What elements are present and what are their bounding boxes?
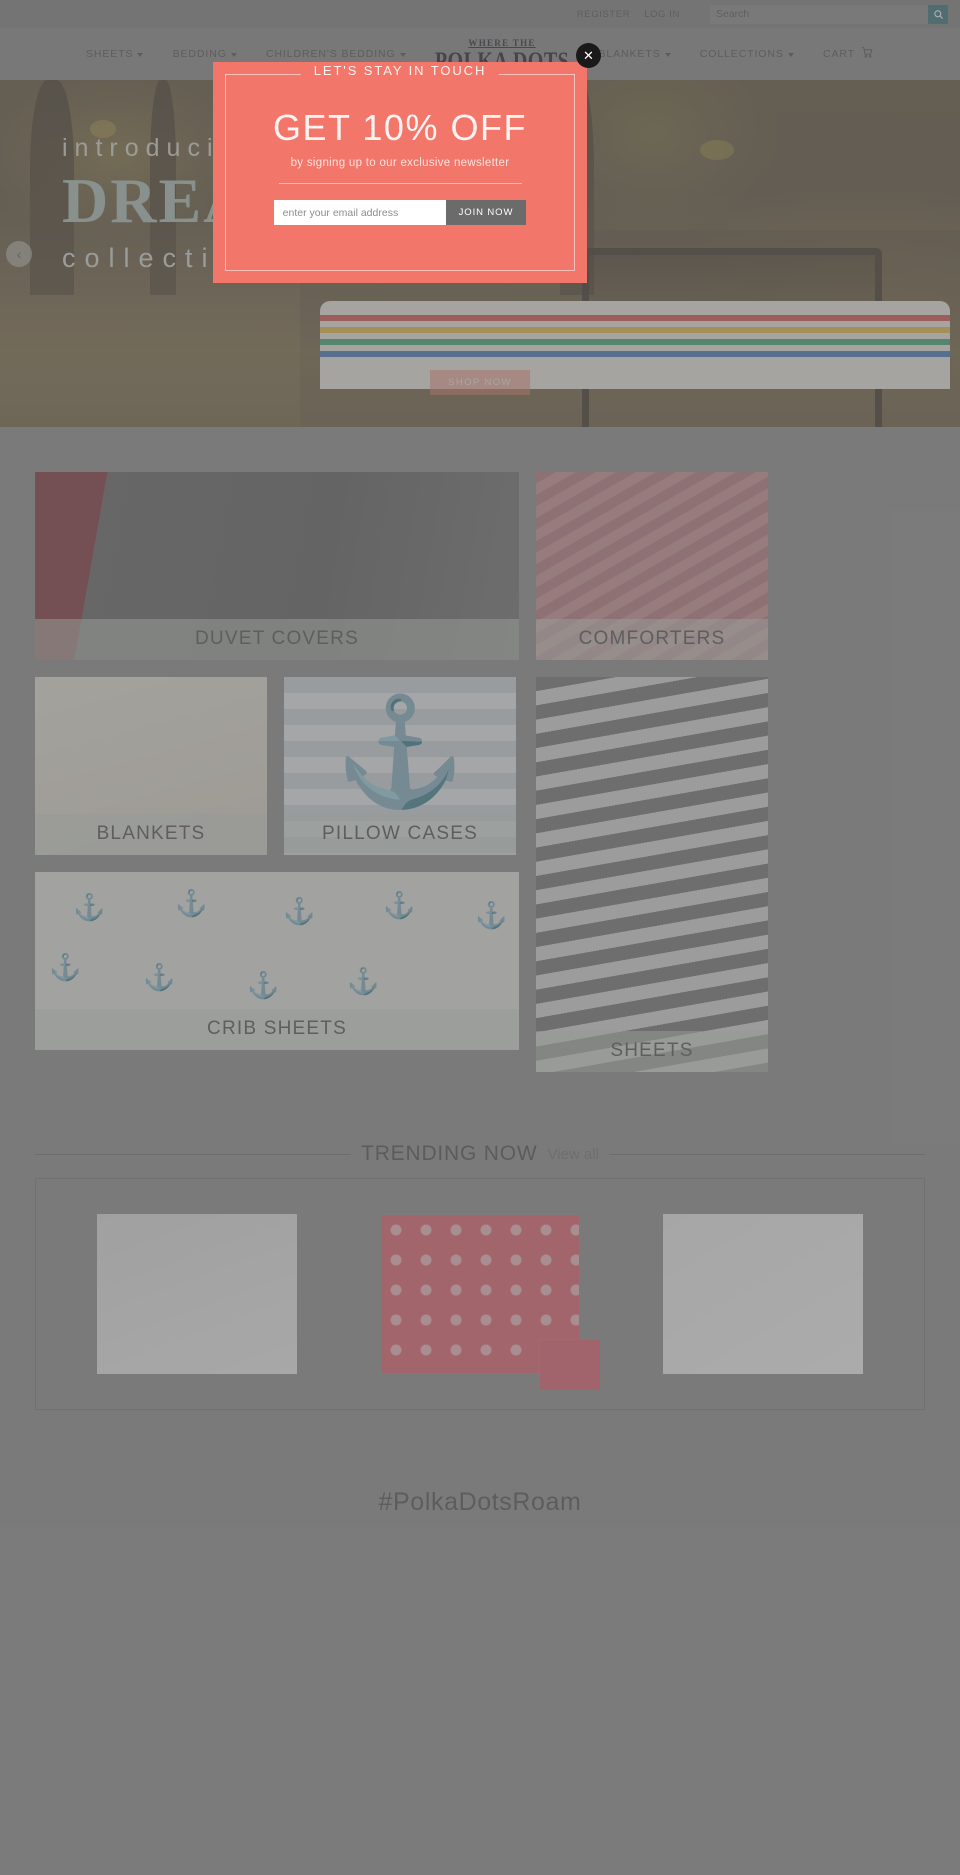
login-link[interactable]: LOG IN xyxy=(644,9,680,20)
trending-section: TRENDING NOW View all xyxy=(0,1142,960,1410)
anchor-icon: ⚓ xyxy=(73,892,106,922)
anchor-icon: ⚓ xyxy=(175,888,208,918)
newsletter-headline: GET 10% OFF xyxy=(273,107,527,148)
hashtag-heading: #PolkaDotsRoam xyxy=(378,1488,582,1516)
category-tile-label: COMFORTERS xyxy=(536,619,768,660)
category-tile-comforters[interactable]: COMFORTERS xyxy=(536,472,768,660)
chevron-down-icon xyxy=(230,53,237,57)
category-grid: DUVET COVERS COMFORTERS BLANKETS ⚓ PILLO… xyxy=(0,427,960,1072)
category-tile-label: SHEETS xyxy=(536,1031,768,1072)
shop-now-button[interactable]: SHOP NOW xyxy=(430,370,530,395)
duvet xyxy=(320,301,950,389)
close-icon[interactable]: ✕ xyxy=(576,43,601,68)
newsletter-kicker: LET'S STAY IN TOUCH xyxy=(300,63,500,78)
nav-label: BEDDING xyxy=(172,48,227,60)
category-tile-label: PILLOW CASES xyxy=(284,814,516,855)
newsletter-subtext: by signing up to our exclusive newslette… xyxy=(290,157,510,169)
anchor-icon: ⚓ xyxy=(143,962,176,992)
page-root: REGISTER LOG IN SHEETS BEDDING CHILDREN'… xyxy=(0,0,960,1875)
trending-title: TRENDING NOW xyxy=(361,1142,538,1165)
category-tile-duvet-covers[interactable]: DUVET COVERS xyxy=(35,472,519,660)
nav-label: COLLECTIONS xyxy=(699,48,784,60)
anchor-icon: ⚓ xyxy=(247,970,280,1000)
trending-product-3[interactable] xyxy=(662,1214,863,1374)
trending-product-1[interactable] xyxy=(97,1214,298,1374)
nav-item-bedding[interactable]: BEDDING xyxy=(173,48,237,60)
nav-item-blankets[interactable]: BLANKETS xyxy=(599,48,671,60)
join-now-button[interactable]: JOIN NOW xyxy=(445,200,527,225)
nav-label: CHILDREN'S BEDDING xyxy=(265,48,396,60)
search-icon xyxy=(933,9,943,19)
category-row-1: DUVET COVERS COMFORTERS xyxy=(35,472,925,660)
search-form xyxy=(710,4,948,24)
search-input[interactable] xyxy=(710,4,928,24)
anchor-icon: ⚓ xyxy=(347,966,380,996)
category-tile-blankets[interactable]: BLANKETS xyxy=(35,677,267,855)
nav-item-sheets[interactable]: SHEETS xyxy=(86,48,144,60)
carousel-prev-arrow-icon[interactable]: ‹ xyxy=(6,240,32,267)
divider-left xyxy=(35,1153,352,1155)
chevron-down-icon xyxy=(664,53,671,57)
logo-top-text: WHERE THE xyxy=(468,38,536,48)
register-link[interactable]: REGISTER xyxy=(577,9,630,20)
cart-label: CART xyxy=(822,48,855,60)
category-tile-sheets[interactable]: SHEETS xyxy=(536,677,768,1072)
category-tile-crib-sheets[interactable]: ⚓ ⚓ ⚓ ⚓ ⚓ ⚓ ⚓ ⚓ ⚓ CRIB SHEETS xyxy=(35,872,519,1050)
trending-products xyxy=(35,1178,925,1410)
trending-header: TRENDING NOW View all xyxy=(0,1142,960,1166)
category-tile-label: CRIB SHEETS xyxy=(35,1009,519,1050)
nav-label: BLANKETS xyxy=(598,48,661,60)
newsletter-modal: ✕ LET'S STAY IN TOUCH GET 10% OFF by sig… xyxy=(213,43,601,283)
nav-item-childrens-bedding[interactable]: CHILDREN'S BEDDING xyxy=(266,48,406,60)
category-left-stack: BLANKETS ⚓ PILLOW CASES ⚓ ⚓ ⚓ ⚓ ⚓ ⚓ ⚓ ⚓ xyxy=(35,677,519,1072)
anchor-icon: ⚓ xyxy=(283,896,316,926)
newsletter-modal-inner: LET'S STAY IN TOUCH GET 10% OFF by signi… xyxy=(225,63,575,271)
divider-right xyxy=(608,1153,925,1155)
chevron-down-icon xyxy=(137,53,144,57)
chevron-down-icon xyxy=(399,53,406,57)
anchor-icon: ⚓ xyxy=(49,952,82,982)
utility-bar: REGISTER LOG IN xyxy=(0,0,960,28)
category-row-2: BLANKETS ⚓ PILLOW CASES ⚓ ⚓ ⚓ ⚓ ⚓ ⚓ ⚓ ⚓ xyxy=(35,677,925,1072)
view-all-link[interactable]: View all xyxy=(548,1146,599,1163)
cart-icon xyxy=(861,46,874,62)
email-field[interactable] xyxy=(273,200,446,225)
chevron-down-icon xyxy=(787,53,794,57)
search-button[interactable] xyxy=(928,4,948,24)
product-thumbnail[interactable] xyxy=(538,1339,601,1391)
cart-link[interactable]: CART xyxy=(823,46,874,62)
nav-item-collections[interactable]: COLLECTIONS xyxy=(700,48,794,60)
nav-label: SHEETS xyxy=(86,48,134,60)
anchor-icon: ⚓ xyxy=(334,692,466,811)
category-tile-label: DUVET COVERS xyxy=(35,619,519,660)
trending-product-2[interactable] xyxy=(379,1214,601,1391)
foliage xyxy=(700,140,734,160)
category-tile-pillow-cases[interactable]: ⚓ PILLOW CASES xyxy=(284,677,516,855)
newsletter-form: JOIN NOW xyxy=(273,200,527,225)
newsletter-divider xyxy=(278,183,522,184)
anchor-icon: ⚓ xyxy=(475,900,508,930)
anchor-icon: ⚓ xyxy=(383,890,416,920)
category-tile-label: BLANKETS xyxy=(35,814,267,855)
